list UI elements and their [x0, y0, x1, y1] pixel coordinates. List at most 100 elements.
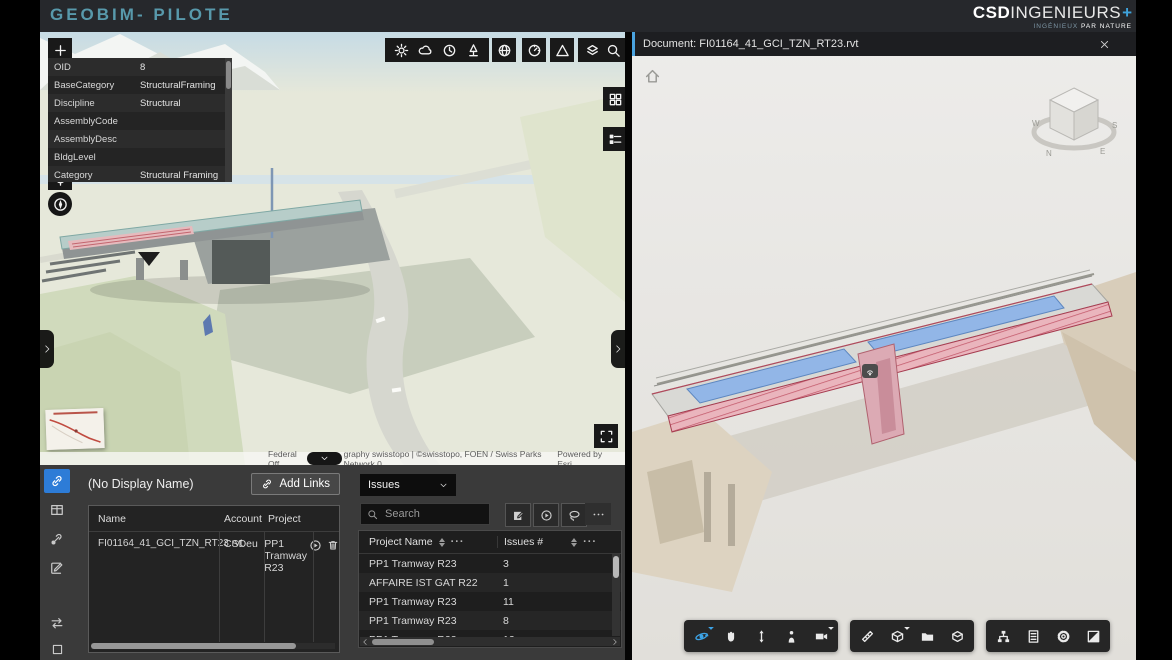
warning-triangle-icon[interactable]: [550, 38, 574, 62]
camera-tool-button[interactable]: [806, 622, 836, 650]
issues-row[interactable]: PP1 Tramway R238: [359, 611, 621, 630]
navigation-tools-group: [684, 620, 838, 652]
viewer-toolbar: [684, 620, 1110, 652]
links-panel-rail: [44, 469, 72, 585]
attribute-row: CategoryStructural Framing: [48, 166, 232, 182]
analysis-tools-group: [850, 620, 974, 652]
map-attribution-bar: Federal Off graphy swisstopo | ©swisstop…: [40, 452, 625, 465]
map-fullscreen-button[interactable]: [594, 424, 618, 448]
links-table-header: Name Account Project: [89, 506, 339, 532]
legend-button[interactable]: [603, 127, 625, 151]
attribution-toggle[interactable]: [307, 452, 342, 465]
play-circle-icon[interactable]: [533, 503, 559, 527]
globe-icon[interactable]: [492, 38, 516, 62]
issues-table[interactable]: Project Name ··· Issues # ··· PP1 Tramwa…: [358, 530, 622, 648]
document-close-icon[interactable]: [1099, 39, 1110, 50]
application-window: GEOBIM- PILOTE CSDINGENIEURS+ INGÉNIEUX …: [0, 0, 1172, 660]
right-panel-expand-tab[interactable]: [611, 330, 625, 368]
swap-icon[interactable]: [44, 611, 70, 635]
svg-text:W: W: [1032, 119, 1040, 128]
search-button[interactable]: [601, 38, 625, 62]
svg-text:S: S: [1112, 121, 1117, 130]
issues-vscrollbar[interactable]: [612, 554, 620, 636]
cursor-stamp-icon: [862, 364, 878, 378]
attribute-row: AssemblyDesc: [48, 130, 232, 148]
orbit-tool-button[interactable]: [686, 622, 716, 650]
scroll-right-icon[interactable]: [611, 638, 619, 646]
logo-rest: INGENIEURS: [1010, 3, 1121, 22]
links-table-row[interactable]: FI01164_41_GCI_TZN_RT23.rvt CSDeu PP1 Tr…: [89, 532, 339, 608]
add-link-icon: [261, 478, 273, 490]
properties-button[interactable]: [1018, 622, 1048, 650]
links-table[interactable]: Name Account Project FI01164_41_GCI_TZN_…: [88, 505, 340, 653]
project-column-menu[interactable]: ···: [451, 536, 465, 548]
sort-issues-icon[interactable]: [571, 538, 577, 547]
cloud-icon[interactable]: [413, 38, 437, 62]
left-panel-expand-tab[interactable]: [40, 330, 54, 368]
section-tool-button[interactable]: [882, 622, 912, 650]
links-tab-icon[interactable]: [44, 469, 70, 493]
table-tab-icon[interactable]: [44, 498, 70, 522]
links-table-hscrollbar[interactable]: [91, 643, 335, 649]
issues-tool-buttons: [505, 503, 587, 527]
scroll-left-icon[interactable]: [361, 638, 369, 646]
left-letterbox: [0, 0, 40, 660]
link-feature-tab-icon[interactable]: [44, 527, 70, 551]
lasso-select-icon[interactable]: [561, 503, 587, 527]
basemap-gallery-button[interactable]: [603, 87, 625, 111]
search-icon: [367, 509, 378, 520]
edit-issue-icon[interactable]: [505, 503, 531, 527]
bim-viewer[interactable]: Document: FI01164_41_GCI_TZN_RT23.rvt N …: [632, 32, 1136, 660]
overview-inset-map[interactable]: [45, 408, 104, 450]
document-accent-bar: [632, 32, 635, 56]
issues-hscrollbar[interactable]: [360, 637, 620, 646]
pan-tool-button[interactable]: [716, 622, 746, 650]
folder-tool-button[interactable]: [912, 622, 942, 650]
environment-toolbar: [385, 38, 489, 62]
select-box-icon[interactable]: [44, 637, 70, 660]
sun-icon[interactable]: [389, 38, 413, 62]
clock-icon[interactable]: [437, 38, 461, 62]
issues-row[interactable]: PP1 Tramway R233: [359, 554, 621, 573]
svg-text:N: N: [1046, 149, 1052, 158]
issues-row[interactable]: PP1 Tramway R2311: [359, 592, 621, 611]
view-cube[interactable]: N E S W: [1028, 70, 1120, 162]
measure-tool-button[interactable]: [852, 622, 882, 650]
first-person-tool-button[interactable]: [776, 622, 806, 650]
model-cube-button[interactable]: [942, 622, 972, 650]
issues-search-input[interactable]: [383, 507, 477, 521]
map-view[interactable]: FI01164_41_GCI_TZN_RT23 OID8 BaseCategor…: [40, 32, 625, 465]
viewer-home-icon[interactable]: [644, 68, 661, 85]
logo-plus-icon: +: [1122, 3, 1132, 22]
add-links-button[interactable]: Add Links: [251, 473, 340, 495]
issues-table-header: Project Name ··· Issues # ···: [359, 531, 621, 554]
daylight-gauge-icon[interactable]: [522, 38, 546, 62]
panels-tools-group: [986, 620, 1110, 652]
attribution-left: Federal Off: [268, 449, 305, 466]
model-browser-button[interactable]: [988, 622, 1018, 650]
open-link-icon[interactable]: [309, 539, 322, 552]
popup-scrollbar[interactable]: [225, 58, 232, 182]
sort-project-icon[interactable]: [439, 538, 445, 547]
issues-dropdown[interactable]: Issues: [360, 474, 456, 496]
issues-column-menu[interactable]: ···: [583, 536, 597, 548]
tree-icon[interactable]: [461, 38, 485, 62]
links-panel: (No Display Name) Add Links Name Account…: [40, 465, 345, 660]
settings-gear-button[interactable]: [1048, 622, 1078, 650]
fullscreen-button[interactable]: [1078, 622, 1108, 650]
attribute-row: DisciplineStructural: [48, 94, 232, 112]
company-logo: CSDINGENIEURS+ INGÉNIEUX PAR NATURE: [973, 4, 1132, 31]
zoom-tool-button[interactable]: [746, 622, 776, 650]
issues-search-box[interactable]: [360, 503, 490, 525]
attribute-row: BaseCategoryStructuralFraming: [48, 76, 232, 94]
svg-text:E: E: [1100, 147, 1105, 156]
page-title: GEOBIM- PILOTE: [50, 5, 233, 25]
edit-tab-icon[interactable]: [44, 556, 70, 580]
attribute-row: AssemblyCode: [48, 112, 232, 130]
delete-link-icon[interactable]: [327, 539, 339, 552]
issues-panel: Issues Project Name ··· Issues #: [345, 465, 625, 660]
issues-row[interactable]: AFFAIRE IST GAT R221: [359, 573, 621, 592]
issues-more-button[interactable]: [585, 503, 611, 525]
attribute-table[interactable]: OID8 BaseCategoryStructuralFraming Disci…: [48, 58, 232, 182]
compass-button[interactable]: [48, 192, 72, 216]
